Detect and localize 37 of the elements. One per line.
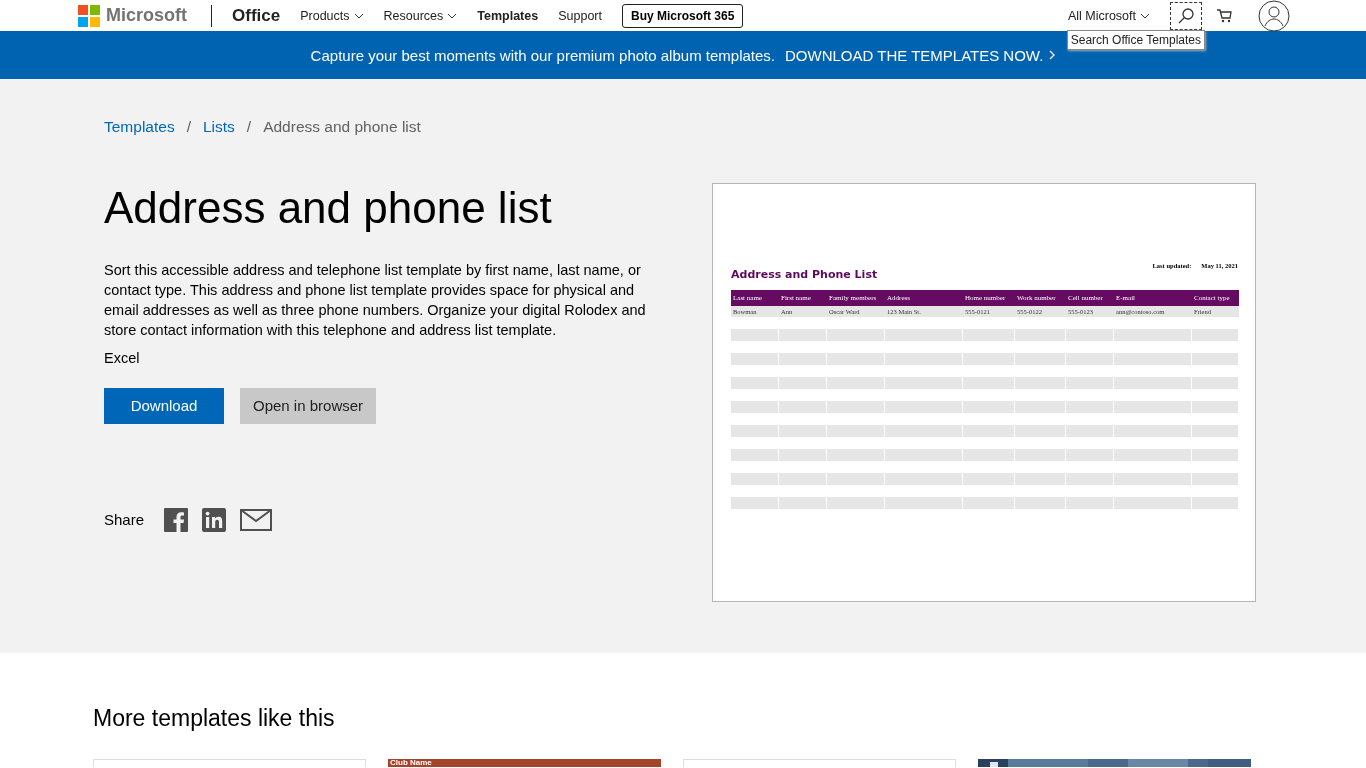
nav-link[interactable]: Products	[300, 8, 364, 23]
description: Sort this accessible address and telephone list template by first name, last name, or contact type. This address and phone list template provides space for physical and email addresses as well as three phone numbers. Organize your digital Rolodex and store contact information with this telephone and address list template.	[104, 260, 647, 340]
buy-button[interactable]: Buy Microsoft 365	[621, 3, 744, 28]
nav-link[interactable]: Templates	[477, 8, 539, 23]
breadcrumb-separator: /	[246, 118, 252, 136]
banner-text: Capture your best moments with our premium photo album templates.	[310, 46, 775, 64]
sheet-title: Address and Phone List	[731, 268, 878, 281]
linkedin-icon[interactable]	[202, 507, 227, 532]
microsoft-logo-icon[interactable]	[78, 4, 100, 27]
tooltip: Search Office Templates	[1066, 29, 1205, 50]
template-card[interactable]: Club Name	[388, 759, 661, 767]
breadcrumb-link[interactable]: Lists	[202, 118, 235, 136]
chevron-right-icon	[1049, 50, 1056, 60]
share-label: Share	[104, 511, 145, 529]
cart-icon[interactable]	[1216, 8, 1232, 23]
email-icon[interactable]	[240, 508, 273, 531]
nav-link[interactable]: Resources	[383, 8, 458, 23]
product-name[interactable]: Office	[232, 5, 281, 26]
facebook-icon[interactable]	[164, 507, 189, 532]
brand-name[interactable]: Microsoft	[106, 5, 187, 26]
breadcrumb-separator: /	[186, 118, 191, 136]
breadcrumb-link[interactable]: Templates	[104, 118, 175, 136]
banner-link[interactable]: DOWNLOAD THE TEMPLATES NOW.	[785, 46, 1056, 64]
breadcrumb-current: Address and phone list	[263, 118, 421, 136]
open-in-browser-button[interactable]: Open in browser	[240, 387, 377, 424]
section-heading: More templates like this	[93, 705, 336, 732]
page-title: Address and phone list	[104, 182, 553, 234]
chevron-down-icon	[353, 12, 364, 19]
scope-menu[interactable]: All Microsoft	[1067, 8, 1150, 23]
download-button[interactable]: Download	[104, 387, 224, 424]
chevron-down-icon	[1140, 12, 1150, 19]
search-icon[interactable]	[1177, 6, 1195, 25]
card-title: Club Name	[389, 759, 432, 767]
nav-link[interactable]: Support	[558, 8, 602, 23]
account-icon[interactable]	[1258, 0, 1290, 32]
app-name: Excel	[104, 349, 141, 366]
chevron-down-icon	[447, 12, 458, 19]
